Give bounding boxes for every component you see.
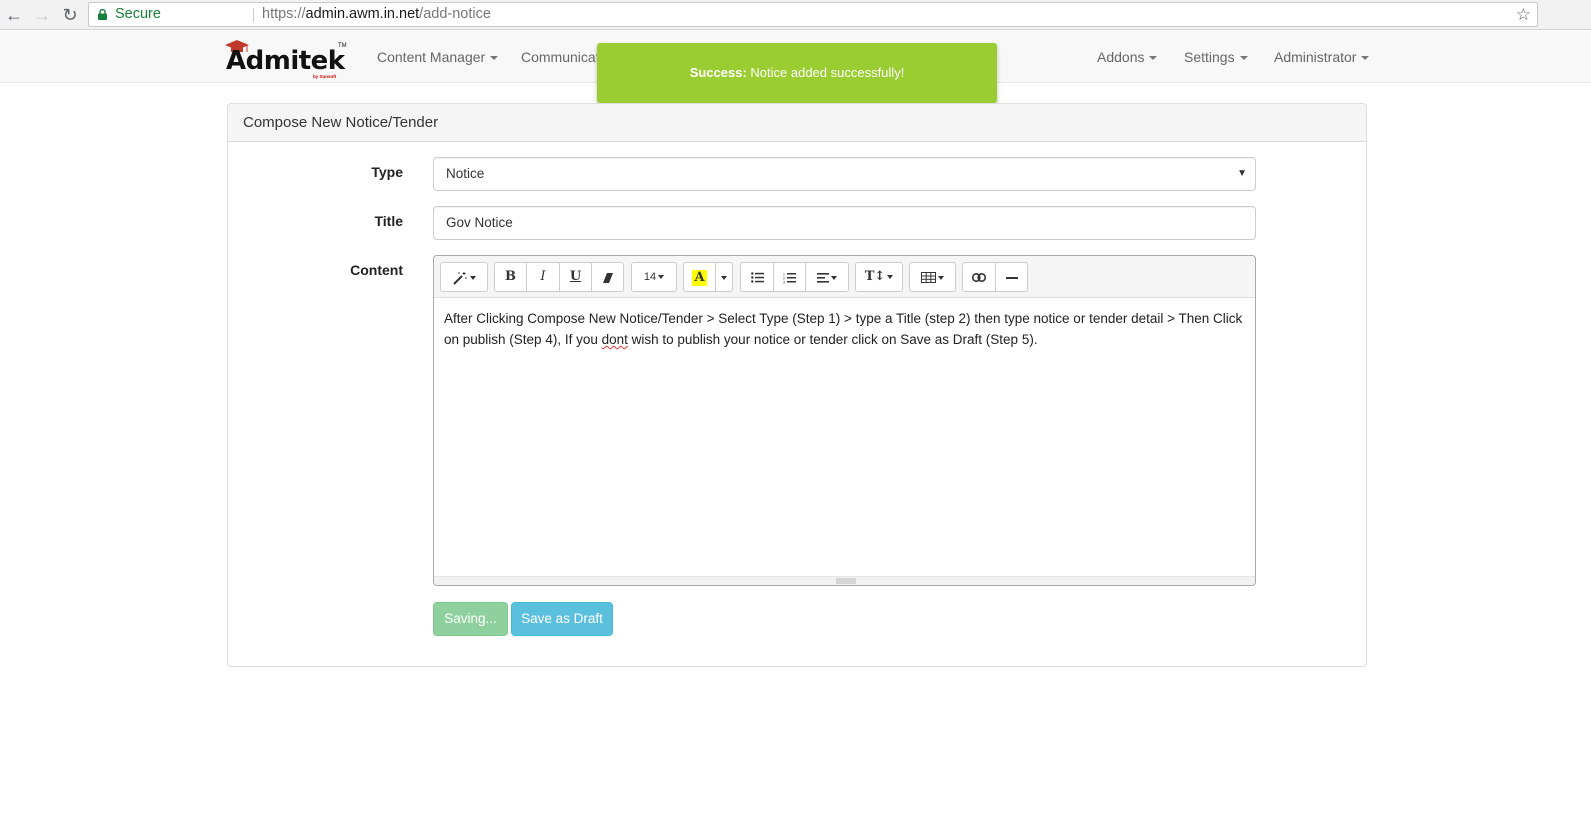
font-color-icon: A bbox=[692, 270, 707, 286]
nav-label: Settings bbox=[1184, 49, 1235, 65]
font-color-dropdown[interactable] bbox=[715, 262, 733, 292]
nav-administrator[interactable]: Administrator bbox=[1274, 31, 1370, 83]
bold-button[interactable]: B bbox=[494, 262, 527, 292]
editor-content-area[interactable]: After Clicking Compose New Notice/Tender… bbox=[434, 299, 1255, 577]
nav-content-manager[interactable]: Content Manager bbox=[377, 31, 499, 83]
content-editor: B I U 14 A 1 2 3 T↕ After Clicking Compo… bbox=[433, 255, 1256, 586]
lock-icon bbox=[98, 9, 107, 20]
bullet-list-icon bbox=[750, 272, 764, 283]
numbered-list-icon: 1 2 3 bbox=[783, 272, 796, 284]
line-height-button[interactable]: T↕ bbox=[855, 262, 903, 292]
caret-down-icon bbox=[1361, 56, 1370, 61]
nav-addons[interactable]: Addons bbox=[1097, 31, 1158, 83]
panel-title: Compose New Notice/Tender bbox=[228, 104, 1366, 142]
font-size-value: 14 bbox=[643, 271, 657, 283]
caret-down-icon bbox=[721, 275, 727, 280]
insert-link-button[interactable] bbox=[962, 262, 996, 292]
font-size-button[interactable]: 14 bbox=[631, 262, 677, 292]
publish-saving-button[interactable]: Saving... bbox=[433, 602, 508, 636]
title-input[interactable]: Gov Notice bbox=[433, 206, 1256, 240]
italic-button[interactable]: I bbox=[526, 262, 560, 292]
unordered-list-button[interactable] bbox=[740, 262, 774, 292]
secure-label: Secure bbox=[115, 6, 161, 22]
content-text-part2: wish to publish your notice or tender cl… bbox=[627, 332, 1038, 347]
reload-icon[interactable]: ↻ bbox=[60, 5, 80, 25]
editor-toolbar: B I U 14 A 1 2 3 T↕ bbox=[434, 256, 1255, 298]
save-as-draft-button[interactable]: Save as Draft bbox=[511, 602, 613, 636]
horizontal-rule-icon bbox=[1005, 276, 1018, 279]
type-selected-value: Notice bbox=[446, 166, 485, 181]
caret-down-icon bbox=[490, 56, 499, 61]
brand-name: Admitek bbox=[226, 46, 345, 76]
title-input-value: Gov Notice bbox=[446, 215, 513, 230]
nav-label: Administrator bbox=[1274, 49, 1357, 65]
content-label: Content bbox=[350, 262, 403, 278]
url-text[interactable]: https://admin.awm.in.net/add-notice bbox=[262, 3, 491, 26]
url-path: /add-notice bbox=[419, 6, 491, 22]
caret-down-icon bbox=[887, 274, 894, 279]
caret-down-icon bbox=[831, 275, 837, 280]
type-label: Type bbox=[371, 164, 403, 180]
link-icon bbox=[972, 273, 986, 283]
ordered-list-button[interactable]: 1 2 3 bbox=[773, 262, 806, 292]
caret-down-icon bbox=[1239, 56, 1248, 61]
omnibox-divider bbox=[253, 8, 254, 22]
editor-resize-bar[interactable] bbox=[434, 576, 1255, 585]
caret-down-icon bbox=[938, 275, 944, 280]
svg-text:3: 3 bbox=[783, 280, 785, 284]
brand-subtitle: by Sunsoft bbox=[313, 74, 337, 79]
nav-label: Communicat bbox=[521, 49, 600, 65]
misspelled-word: dont bbox=[601, 332, 628, 347]
eraser-icon bbox=[602, 272, 613, 283]
magic-wand-icon bbox=[453, 271, 467, 285]
toast-message: Notice added successfully! bbox=[746, 65, 905, 80]
browser-toolbar: ← → ↻ Secure https://admin.awm.in.net/ad… bbox=[0, 0, 1591, 30]
caret-down-icon bbox=[658, 275, 665, 280]
back-arrow-icon[interactable]: ← bbox=[4, 5, 24, 25]
url-host: admin.awm.in.net bbox=[305, 6, 420, 22]
address-bar[interactable]: Secure https://admin.awm.in.net/add-noti… bbox=[88, 2, 1538, 27]
bookmark-star-icon[interactable]: ☆ bbox=[1516, 3, 1531, 26]
success-toast[interactable]: Success: Notice added successfully! bbox=[597, 43, 997, 103]
nav-label: Addons bbox=[1097, 49, 1145, 65]
caret-down-icon bbox=[1149, 56, 1158, 61]
resize-grip-icon[interactable] bbox=[836, 578, 856, 584]
caret-down-icon bbox=[470, 275, 476, 280]
nav-label: Content Manager bbox=[377, 49, 486, 65]
select-arrow-icon: ▼ bbox=[1237, 168, 1247, 179]
url-scheme: https:// bbox=[262, 6, 306, 22]
forward-arrow-icon[interactable]: → bbox=[32, 5, 52, 25]
table-icon bbox=[921, 272, 936, 284]
title-label: Title bbox=[374, 213, 403, 229]
nav-communication[interactable]: Communicat bbox=[521, 31, 600, 83]
brand-logo[interactable]: Admitek TM by Sunsoft bbox=[225, 38, 350, 79]
clear-format-button[interactable] bbox=[591, 262, 624, 292]
type-select[interactable]: Notice ▼ bbox=[433, 157, 1256, 191]
table-button[interactable] bbox=[909, 262, 956, 292]
nav-settings[interactable]: Settings bbox=[1184, 31, 1248, 83]
paragraph-align-button[interactable] bbox=[805, 262, 849, 292]
brand-trademark: TM bbox=[338, 43, 347, 49]
align-left-icon bbox=[817, 272, 829, 283]
horizontal-rule-button[interactable] bbox=[995, 262, 1028, 292]
font-color-button[interactable]: A bbox=[683, 262, 716, 292]
toast-title: Success: bbox=[689, 65, 747, 80]
text-height-icon: T↕ bbox=[864, 269, 886, 284]
style-magic-wand-button[interactable] bbox=[440, 262, 488, 292]
underline-button[interactable]: U bbox=[559, 262, 592, 292]
